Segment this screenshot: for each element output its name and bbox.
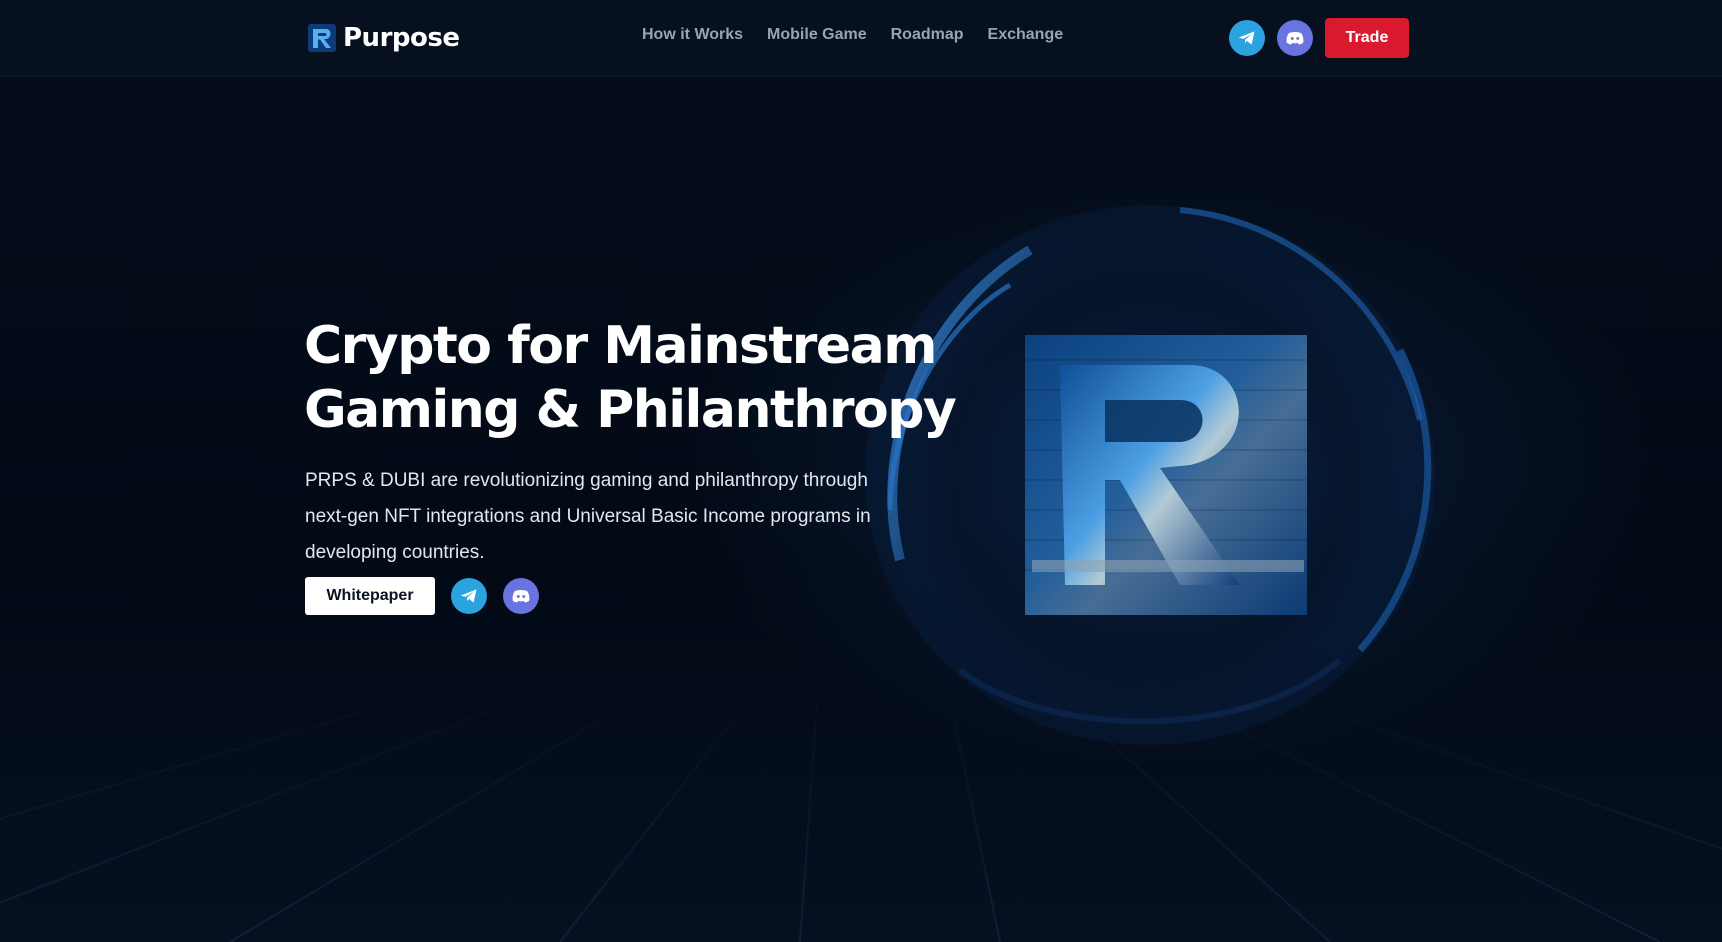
hero-title: Crypto for Mainstream Gaming & Philanthr… — [304, 314, 957, 442]
nav-link-roadmap[interactable]: Roadmap — [891, 26, 964, 44]
hero-title-line-2: Gaming & Philanthropy — [304, 380, 957, 440]
nav-link-how-it-works[interactable]: How it Works — [642, 26, 743, 44]
trade-button[interactable]: Trade — [1325, 18, 1409, 58]
nav-link-exchange[interactable]: Exchange — [988, 26, 1064, 44]
hero-title-line-1: Crypto for Mainstream — [304, 316, 937, 376]
nav-link-mobile-game[interactable]: Mobile Game — [767, 26, 867, 44]
nav-links: How it Works Mobile Game Roadmap Exchang… — [642, 26, 1087, 44]
brand-logo-link[interactable]: Purpose — [307, 20, 460, 56]
hero-orb-logo-graphic — [865, 205, 1435, 745]
discord-icon — [512, 590, 530, 603]
telegram-icon — [460, 589, 477, 603]
hero-telegram-button[interactable] — [451, 578, 487, 614]
nav-telegram-button[interactable] — [1229, 20, 1265, 56]
hero-description: PRPS & DUBI are revolutionizing gaming a… — [305, 470, 871, 563]
hero-actions: Whitepaper — [305, 577, 555, 615]
discord-icon — [1286, 32, 1304, 45]
top-navbar: Purpose How it Works Mobile Game Roadmap… — [0, 0, 1722, 77]
whitepaper-button[interactable]: Whitepaper — [305, 577, 435, 615]
telegram-icon — [1238, 31, 1255, 45]
nav-discord-button[interactable] — [1277, 20, 1313, 56]
brand-name: Purpose — [343, 23, 460, 53]
hero-discord-button[interactable] — [503, 578, 539, 614]
page: Purpose How it Works Mobile Game Roadmap… — [0, 0, 1722, 942]
purpose-logo-icon — [308, 24, 336, 52]
